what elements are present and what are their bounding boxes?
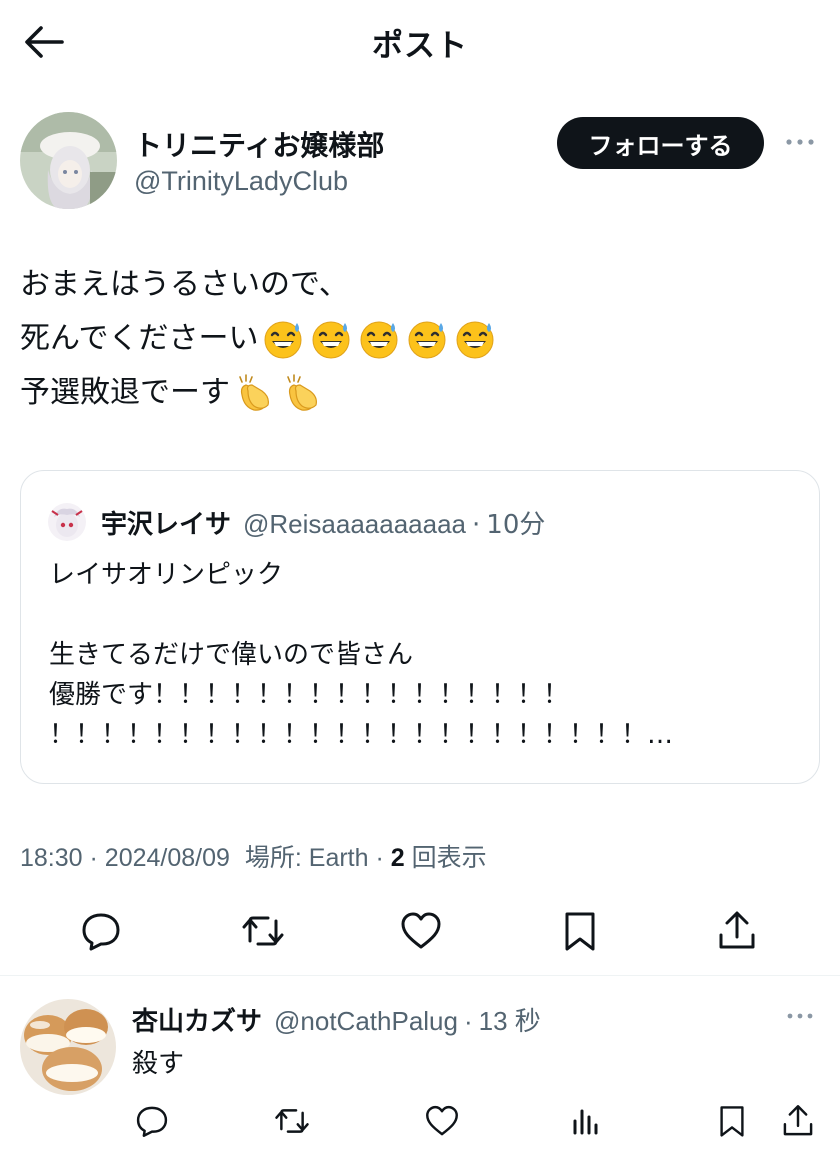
reply-button[interactable] bbox=[76, 906, 126, 956]
reply-actions bbox=[0, 1093, 840, 1143]
like-button[interactable] bbox=[396, 906, 446, 956]
views-label: 回表示 bbox=[411, 844, 487, 872]
top-bar: ポスト bbox=[0, 0, 840, 82]
separator-dot: · bbox=[463, 1006, 473, 1036]
post-time[interactable]: 18:30 bbox=[20, 844, 83, 872]
post-meta: 18:30 · 2024/08/09 場所: Earth · 2 回表示 bbox=[20, 838, 487, 874]
clapping-hands-emoji-icon bbox=[287, 374, 317, 411]
quote-header: 宇沢レイサ @Reisaaaaaaaaaa · 10分 bbox=[101, 504, 545, 541]
analytics-icon bbox=[573, 1109, 598, 1135]
reply-time: 13 秒 bbox=[478, 1006, 541, 1036]
separator-dot: · bbox=[472, 510, 481, 540]
heart-icon bbox=[401, 912, 441, 949]
repost-icon bbox=[275, 1109, 309, 1133]
reply-repost-button[interactable] bbox=[270, 1099, 314, 1143]
grinning-sweat-emoji-icon bbox=[456, 321, 493, 359]
heart-icon bbox=[426, 1105, 458, 1136]
repost-button[interactable] bbox=[238, 906, 288, 956]
reply-icon bbox=[82, 913, 120, 951]
follow-button[interactable]: フォローする bbox=[557, 117, 764, 169]
post-date[interactable]: 2024/08/09 bbox=[105, 844, 230, 872]
quote-author-avatar[interactable] bbox=[48, 503, 86, 541]
reply-reply-button[interactable] bbox=[130, 1099, 174, 1143]
quote-author-name: 宇沢レイサ bbox=[101, 510, 232, 540]
reply-header: 杏山カズサ @notCathPalug · 13 秒 bbox=[132, 1001, 541, 1038]
reply-text: 殺す bbox=[132, 1049, 185, 1079]
divider bbox=[0, 975, 840, 976]
post-line: 死んでくださーい bbox=[20, 312, 820, 366]
grinning-sweat-emoji-icon bbox=[408, 321, 445, 359]
reply-post[interactable]: 杏山カズサ @notCathPalug · 13 秒 殺す bbox=[0, 985, 840, 1155]
post-text: おまえはうるさいので、 死んでくださーい 予選敗退でーす bbox=[20, 258, 820, 420]
share-icon bbox=[783, 1105, 813, 1136]
reply-author-handle[interactable]: @notCathPalug bbox=[274, 1006, 458, 1037]
reply-analytics-button[interactable] bbox=[564, 1099, 608, 1143]
reply-share-button[interactable] bbox=[776, 1099, 820, 1143]
reply-author-avatar[interactable] bbox=[20, 999, 116, 1095]
more-horizontal-icon bbox=[787, 1013, 813, 1019]
page-title: ポスト bbox=[372, 28, 468, 64]
post-line-text: 予選敗退でーす bbox=[20, 375, 230, 410]
bookmark-icon bbox=[565, 912, 595, 951]
repost-icon bbox=[242, 916, 284, 946]
share-icon bbox=[719, 911, 755, 949]
author-name[interactable]: トリニティお嬢様部 bbox=[134, 124, 384, 164]
reply-more-button[interactable] bbox=[780, 1001, 820, 1031]
bookmark-icon bbox=[720, 1106, 744, 1137]
post-location: 場所: Earth bbox=[244, 844, 369, 872]
reply-icon bbox=[136, 1106, 168, 1137]
separator-dot: · bbox=[89, 844, 105, 872]
quote-time: 10分 bbox=[486, 510, 546, 540]
quote-author-handle: @Reisaaaaaaaaaa bbox=[243, 509, 467, 539]
clapping-hands-emoji-icon bbox=[239, 374, 269, 411]
separator-dot: · bbox=[375, 844, 391, 872]
quote-text: レイサオリンピック 生きてるだけで偉いので皆さん 優勝です！！！！！！！！！！！… bbox=[49, 560, 674, 750]
grinning-sweat-emoji-icon bbox=[312, 321, 349, 359]
bookmark-button[interactable] bbox=[555, 906, 605, 956]
post-line-text: 死んでくださーい bbox=[20, 321, 259, 356]
quoted-post-card[interactable]: 宇沢レイサ @Reisaaaaaaaaaa · 10分 レイサオリンピック 生き… bbox=[20, 470, 820, 784]
more-options-button[interactable] bbox=[780, 124, 820, 160]
post-author: トリニティお嬢様部 @TrinityLadyClub フォローする bbox=[20, 112, 820, 212]
author-handle[interactable]: @TrinityLadyClub bbox=[134, 166, 348, 197]
reply-author-name[interactable]: 杏山カズサ bbox=[132, 1001, 262, 1038]
reply-bookmark-button[interactable] bbox=[710, 1099, 754, 1143]
grinning-sweat-emoji-icon bbox=[264, 321, 301, 359]
views-count: 2 bbox=[390, 844, 405, 872]
post-line: 予選敗退でーす bbox=[20, 366, 820, 420]
share-button[interactable] bbox=[712, 906, 762, 956]
more-horizontal-icon bbox=[786, 139, 814, 145]
author-avatar[interactable] bbox=[20, 112, 117, 209]
reply-like-button[interactable] bbox=[420, 1099, 464, 1143]
post-actions bbox=[0, 902, 840, 962]
post-line: おまえはうるさいので、 bbox=[20, 258, 820, 312]
grinning-sweat-emoji-icon bbox=[360, 321, 397, 359]
post-line-text: おまえはうるさいので、 bbox=[20, 267, 349, 302]
